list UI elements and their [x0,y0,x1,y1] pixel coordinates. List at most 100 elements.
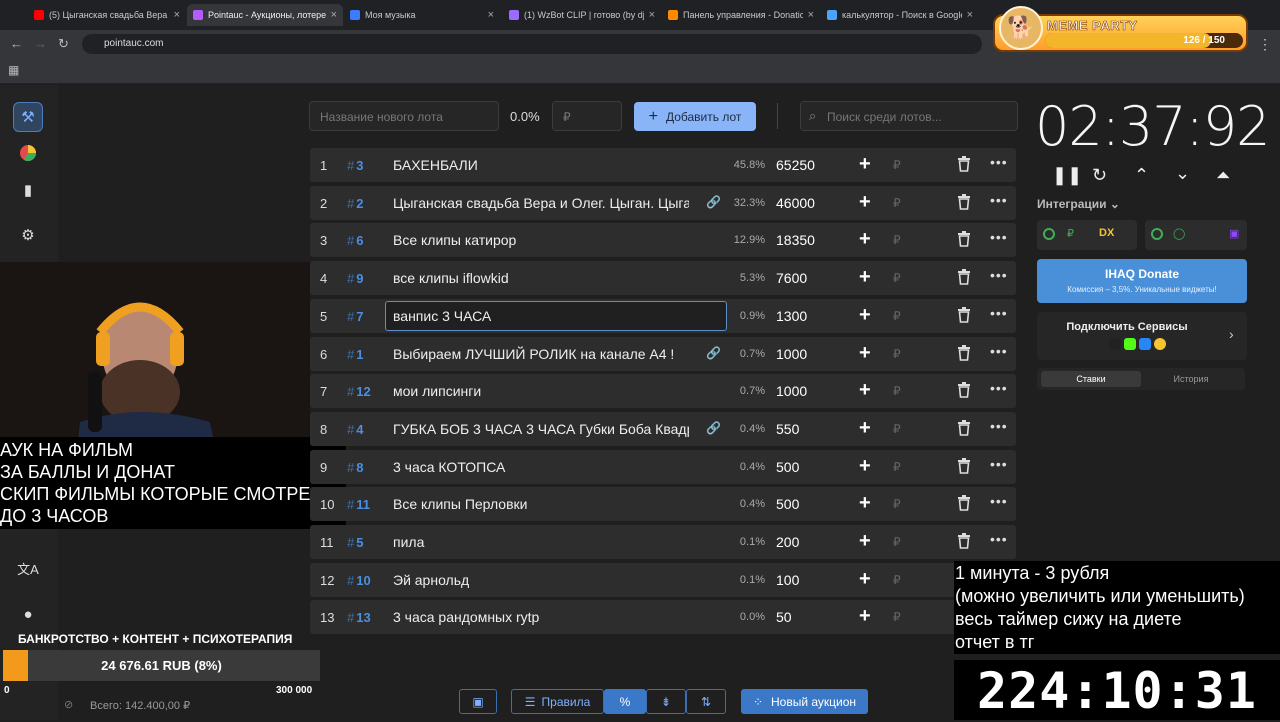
add-lot-button[interactable]: + Добавить лот [634,102,756,131]
lot-name[interactable]: все клипы iflowkid [393,270,689,286]
more-options-icon[interactable]: ••• [990,380,1008,396]
menu-dots-icon[interactable]: ⋮ [1258,36,1272,53]
apps-grid-icon[interactable]: ▦ [8,63,19,77]
ruble-input[interactable]: ₽ [893,233,901,247]
more-options-icon[interactable]: ••• [990,229,1008,245]
ruble-input[interactable]: ₽ [893,460,901,474]
lot-amount[interactable]: 1300 [776,308,807,324]
lot-amount[interactable]: 65250 [776,157,815,173]
lot-amount[interactable]: 46000 [776,195,815,211]
trash-icon[interactable] [957,193,971,210]
ruble-input[interactable]: ₽ [893,573,901,587]
more-options-icon[interactable]: ••• [990,154,1008,170]
lot-name[interactable]: 3 часа рандомных rytp [393,609,689,625]
more-options-icon[interactable]: ••• [990,267,1008,283]
trash-icon[interactable] [957,344,971,361]
lot-name[interactable]: Выбираем ЛУЧШИЙ РОЛИК на канале А4 ! [393,346,689,362]
lot-amount[interactable]: 500 [776,496,799,512]
ruble-input[interactable]: ₽ [893,271,901,285]
stats-icon[interactable]: ▮ [13,175,43,205]
lot-amount[interactable]: 50 [776,609,792,625]
trash-icon[interactable] [957,269,971,285]
more-options-icon[interactable]: ••• [990,418,1008,434]
add-amount-icon[interactable]: + [859,153,871,176]
lot-amount[interactable]: 100 [776,572,799,588]
trash-icon[interactable] [957,156,971,172]
browser-tab[interactable]: (1) WzBot CLIP | готово (by dj × [503,4,661,26]
lot-amount[interactable]: 1000 [776,383,807,399]
trash-icon[interactable] [957,382,971,398]
close-tab-icon[interactable]: × [488,9,494,21]
ruble-input[interactable]: ₽ [893,309,901,323]
close-tab-icon[interactable]: × [808,9,814,21]
chevron-up-icon[interactable]: ⌃ [1134,165,1149,186]
more-options-icon[interactable]: ••• [990,305,1008,321]
lot-amount[interactable]: 550 [776,421,799,437]
restart-icon[interactable]: ↻ [1092,165,1107,186]
new-lot-input[interactable]: Название нового лота [309,101,499,131]
trash-icon[interactable] [957,495,971,512]
add-amount-icon[interactable]: + [859,568,871,591]
back-icon[interactable]: ← [10,36,23,51]
lot-name[interactable]: Эй арнольд [393,572,689,588]
lot-name[interactable]: мои липсинги [393,383,689,399]
github-icon[interactable]: ● [13,599,43,629]
more-options-icon[interactable]: ••• [990,531,1008,547]
connect-services-button[interactable]: Подключить Сервисы › [1037,312,1247,360]
ruble-input[interactable]: ₽ [893,384,901,398]
browser-tab[interactable]: Моя музыка × [344,4,500,26]
lot-amount[interactable]: 500 [776,459,799,475]
tab-bets[interactable]: Ставки [1041,371,1141,387]
trash-icon[interactable] [957,306,971,323]
lot-amount-input[interactable]: ₽ [552,101,622,131]
trash-icon[interactable] [957,231,971,248]
lot-name[interactable]: ГУБКА БОБ 3 ЧАСА 3 ЧАСА Губки Боба Квадр [393,421,689,437]
sort-icon[interactable]: ⇅ [686,689,726,714]
trash-icon[interactable] [957,457,971,474]
add-amount-icon[interactable]: + [859,191,871,214]
lot-amount[interactable]: 200 [776,534,799,550]
add-amount-icon[interactable]: + [859,492,871,515]
lot-name[interactable]: Все клипы катирор [393,232,689,248]
lot-amount[interactable]: 7600 [776,270,807,286]
ihaq-donate-banner[interactable]: IHAQ Donate Комиссия – 3,5%. Уникальные … [1037,259,1247,303]
ruble-input[interactable]: ₽ [893,610,901,624]
integrations-toggle[interactable]: Интеграции ⌄ [1037,197,1120,211]
trash-icon[interactable] [957,419,971,436]
chevron-up-double-icon[interactable]: ⏶ [1216,165,1230,186]
browser-tab[interactable]: калькулятор - Поиск в Google × [821,4,979,26]
add-amount-icon[interactable]: + [859,530,871,553]
trash-icon[interactable] [957,533,971,549]
rules-button[interactable]: ☰ Правила [511,689,604,714]
ruble-input[interactable]: ₽ [893,422,901,436]
close-tab-icon[interactable]: × [967,9,973,21]
lot-name[interactable]: 3 часа КОТОПСА [393,459,689,475]
ruble-input[interactable]: ₽ [893,158,901,172]
more-options-icon[interactable]: ••• [990,343,1008,359]
lot-name[interactable]: БАХЕНБАЛИ [393,157,689,173]
close-tab-icon[interactable]: × [649,9,655,21]
ruble-input[interactable]: ₽ [893,347,901,361]
add-amount-icon[interactable]: + [859,228,871,251]
lot-name[interactable]: ванпис 3 ЧАСА [393,308,689,324]
add-amount-icon[interactable]: + [859,605,871,628]
integration-donationalerts[interactable]: ₽ DX [1037,220,1137,250]
add-amount-icon[interactable]: + [859,342,871,365]
lot-name[interactable]: пила [393,534,689,550]
split-icon[interactable]: ⇟ [646,689,686,714]
lot-name[interactable]: Все клипы Перловки [393,496,689,512]
reload-icon[interactable]: ↻ [58,36,69,52]
browser-tab[interactable]: Панель управления - Donation × [662,4,820,26]
search-input[interactable]: ⌕ Поиск среди лотов... [800,101,1018,131]
hide-eye-icon[interactable]: ⊘ [64,698,73,711]
forward-icon[interactable]: → [34,36,47,51]
more-options-icon[interactable]: ••• [990,192,1008,208]
add-amount-icon[interactable]: + [859,379,871,402]
lot-amount[interactable]: 1000 [776,346,807,362]
ruble-input[interactable]: ₽ [893,535,901,549]
percent-toggle-button[interactable]: % [604,689,646,714]
ruble-input[interactable]: ₽ [893,196,901,210]
ruble-input[interactable]: ₽ [893,497,901,511]
translate-icon[interactable]: 文A [13,553,43,583]
add-amount-icon[interactable]: + [859,455,871,478]
